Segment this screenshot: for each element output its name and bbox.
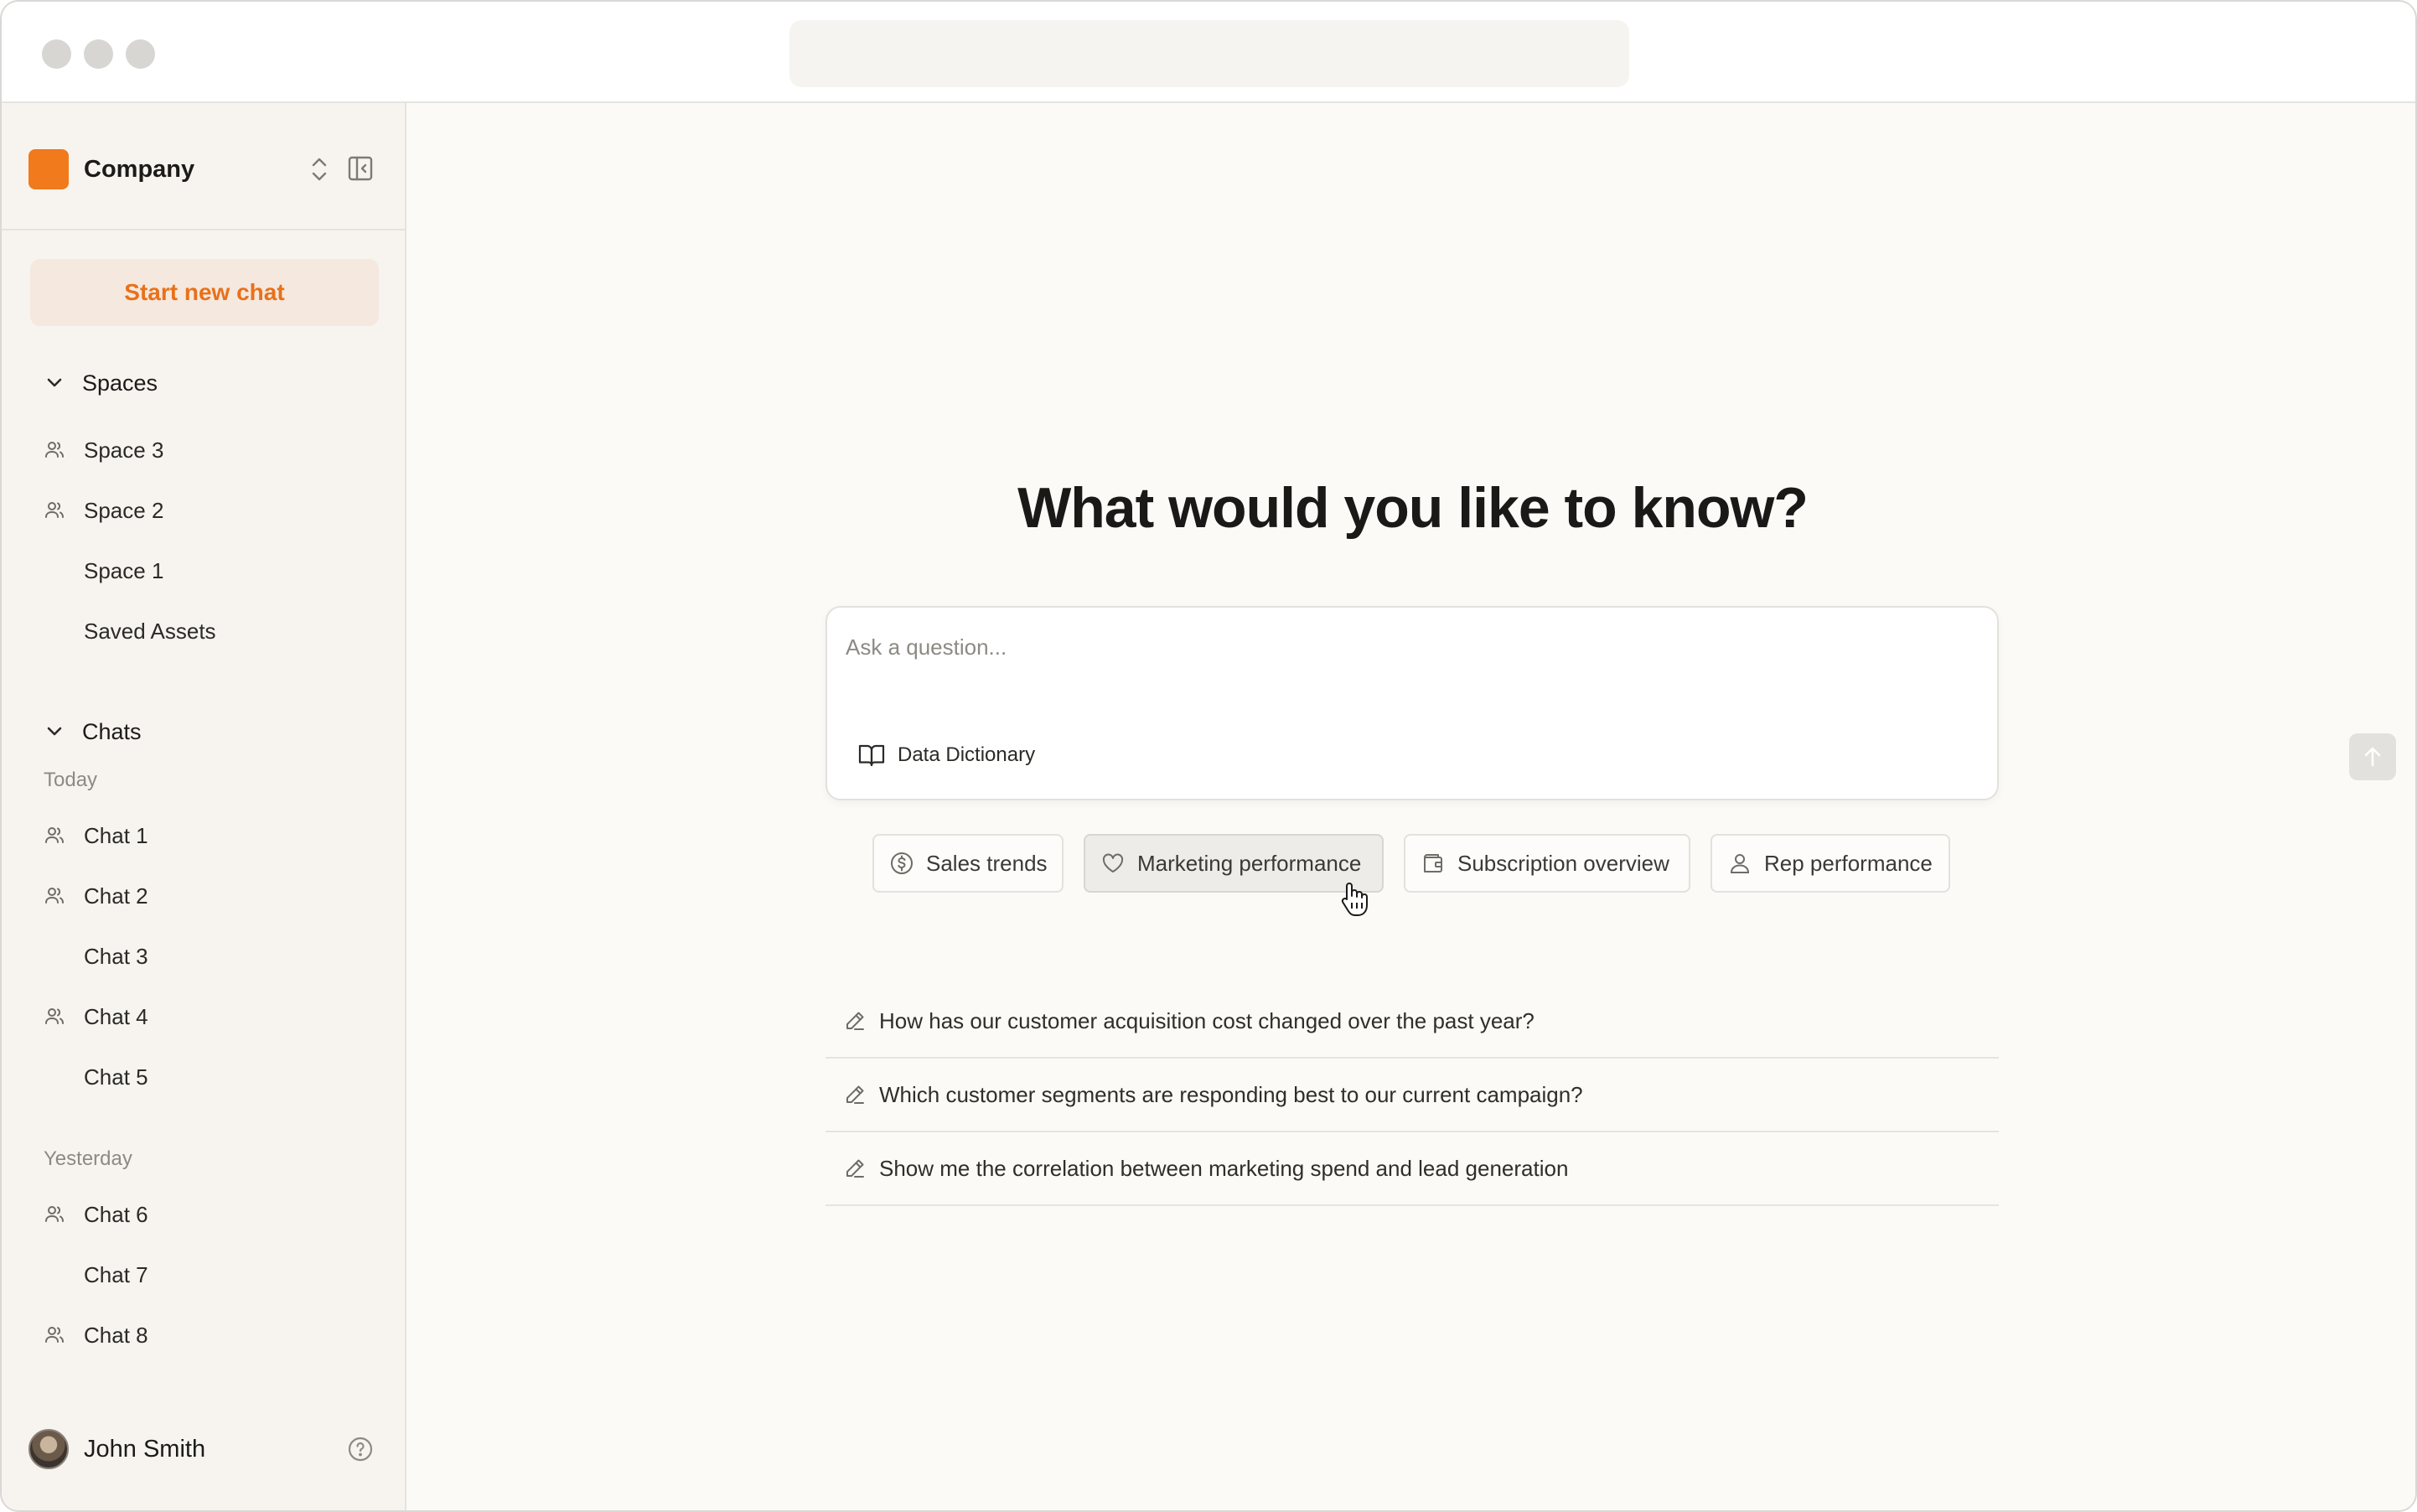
sidebar: Company Start new chat Spaces Space 3 Sp… bbox=[2, 103, 406, 1510]
data-dictionary-label: Data Dictionary bbox=[898, 743, 1036, 766]
sidebar-item-label: Space 2 bbox=[84, 497, 164, 523]
spaces-header: Spaces bbox=[82, 370, 158, 396]
sidebar-item-chat-4[interactable]: Chat 4 bbox=[44, 998, 379, 1035]
hand-pointer-icon bbox=[1341, 883, 1368, 916]
chip-subscription-overview[interactable]: Subscription overview bbox=[1404, 834, 1690, 893]
help-icon[interactable] bbox=[347, 1436, 374, 1463]
group-label-today: Today bbox=[44, 769, 98, 791]
chevron-down-icon bbox=[47, 727, 62, 736]
sidebar-collapse-icon[interactable] bbox=[347, 155, 374, 182]
page-title: What would you like to know? bbox=[1017, 476, 1809, 540]
book-open-icon bbox=[858, 744, 885, 767]
people-icon bbox=[45, 1327, 64, 1343]
sidebar-item-saved-assets[interactable]: Saved Assets bbox=[44, 613, 379, 650]
title-bar bbox=[2, 2, 2415, 103]
user-icon bbox=[1730, 854, 1750, 873]
chats-header: Chats bbox=[82, 718, 142, 744]
heart-icon bbox=[1102, 853, 1124, 873]
sidebar-item-label: Chat 2 bbox=[84, 883, 148, 909]
sidebar-item-label: Chat 5 bbox=[84, 1064, 148, 1090]
suggestion-item[interactable]: Show me the correlation between marketin… bbox=[826, 1132, 1999, 1206]
suggestion-item[interactable]: Which customer segments are responding b… bbox=[826, 1059, 1999, 1132]
sidebar-item-chat-3[interactable]: Chat 3 bbox=[44, 938, 379, 975]
people-icon bbox=[45, 442, 64, 458]
company-name: Company bbox=[84, 155, 195, 183]
chip-label: Sales trends bbox=[926, 850, 1048, 876]
people-icon bbox=[45, 1206, 64, 1222]
start-new-chat-button[interactable]: Start new chat bbox=[30, 259, 379, 326]
question-composer: Data Dictionary bbox=[826, 606, 2396, 800]
chip-label: Subscription overview bbox=[1457, 850, 1669, 876]
people-icon bbox=[45, 502, 64, 518]
sidebar-item-chat-1[interactable]: Chat 1 bbox=[44, 817, 379, 854]
sidebar-item-chat-2[interactable]: Chat 2 bbox=[44, 878, 379, 914]
suggestion-text: Show me the correlation between marketin… bbox=[879, 1155, 1569, 1181]
chevron-down-icon bbox=[47, 378, 62, 387]
wallet-icon bbox=[1424, 854, 1442, 873]
arrow-up-icon bbox=[2364, 747, 2381, 767]
suggestion-item[interactable]: How has our customer acquisition cost ch… bbox=[826, 985, 1999, 1059]
company-switcher[interactable]: Company bbox=[28, 148, 380, 190]
chip-rep-performance[interactable]: Rep performance bbox=[1711, 834, 1950, 893]
company-logo bbox=[28, 149, 69, 189]
sidebar-item-label: Space 1 bbox=[84, 557, 164, 583]
sidebar-item-label: Chat 3 bbox=[84, 943, 148, 969]
sidebar-item-chat-7[interactable]: Chat 7 bbox=[44, 1256, 379, 1293]
group-label-yesterday: Yesterday bbox=[44, 1147, 132, 1170]
sidebar-item-label: Chat 1 bbox=[84, 822, 148, 848]
chats-section-toggle[interactable]: Chats bbox=[44, 715, 142, 748]
chip-sales-trends[interactable]: Sales trends bbox=[872, 834, 1064, 893]
sidebar-item-chat-5[interactable]: Chat 5 bbox=[44, 1059, 379, 1095]
sidebar-item-label: Space 3 bbox=[84, 437, 164, 463]
minimize-window-button[interactable] bbox=[84, 39, 113, 69]
sidebar-item-label: Chat 7 bbox=[84, 1261, 148, 1287]
sidebar-item-space-2[interactable]: Space 2 bbox=[44, 492, 379, 529]
sidebar-item-label: Chat 8 bbox=[84, 1322, 148, 1348]
close-window-button[interactable] bbox=[42, 39, 71, 69]
dollar-circle-icon bbox=[891, 852, 913, 874]
sidebar-item-label: Saved Assets bbox=[84, 618, 216, 644]
suggestion-text: Which customer segments are responding b… bbox=[879, 1081, 1583, 1107]
people-icon bbox=[45, 1008, 64, 1024]
user-name: John Smith bbox=[84, 1435, 206, 1463]
user-profile[interactable]: John Smith bbox=[28, 1427, 380, 1471]
pencil-icon bbox=[846, 1159, 864, 1178]
chevron-up-down-icon[interactable] bbox=[307, 153, 332, 185]
people-icon bbox=[45, 888, 64, 904]
main-panel: What would you like to know? Data Dictio… bbox=[408, 103, 2415, 1510]
maximize-window-button[interactable] bbox=[126, 39, 155, 69]
pencil-icon bbox=[846, 1085, 864, 1104]
chip-label: Marketing performance bbox=[1137, 850, 1362, 876]
sidebar-item-space-3[interactable]: Space 3 bbox=[44, 432, 379, 469]
sidebar-divider bbox=[2, 229, 405, 230]
sidebar-item-chat-8[interactable]: Chat 8 bbox=[44, 1317, 379, 1354]
pencil-icon bbox=[846, 1012, 864, 1030]
sidebar-item-space-1[interactable]: Space 1 bbox=[44, 552, 379, 589]
address-bar[interactable] bbox=[789, 20, 1629, 87]
chip-label: Rep performance bbox=[1764, 850, 1933, 876]
data-dictionary-button[interactable]: Data Dictionary bbox=[857, 738, 1035, 772]
app-window: Company Start new chat Spaces Space 3 Sp… bbox=[0, 0, 2417, 1512]
sidebar-item-label: Chat 4 bbox=[84, 1003, 148, 1029]
avatar bbox=[28, 1429, 69, 1469]
send-button[interactable] bbox=[2349, 733, 2396, 780]
question-input[interactable] bbox=[846, 626, 1969, 668]
spaces-section-toggle[interactable]: Spaces bbox=[44, 366, 158, 400]
sidebar-item-label: Chat 6 bbox=[84, 1201, 148, 1227]
people-icon bbox=[45, 827, 64, 843]
sidebar-item-chat-6[interactable]: Chat 6 bbox=[44, 1196, 379, 1233]
suggestion-text: How has our customer acquisition cost ch… bbox=[879, 1007, 1535, 1033]
